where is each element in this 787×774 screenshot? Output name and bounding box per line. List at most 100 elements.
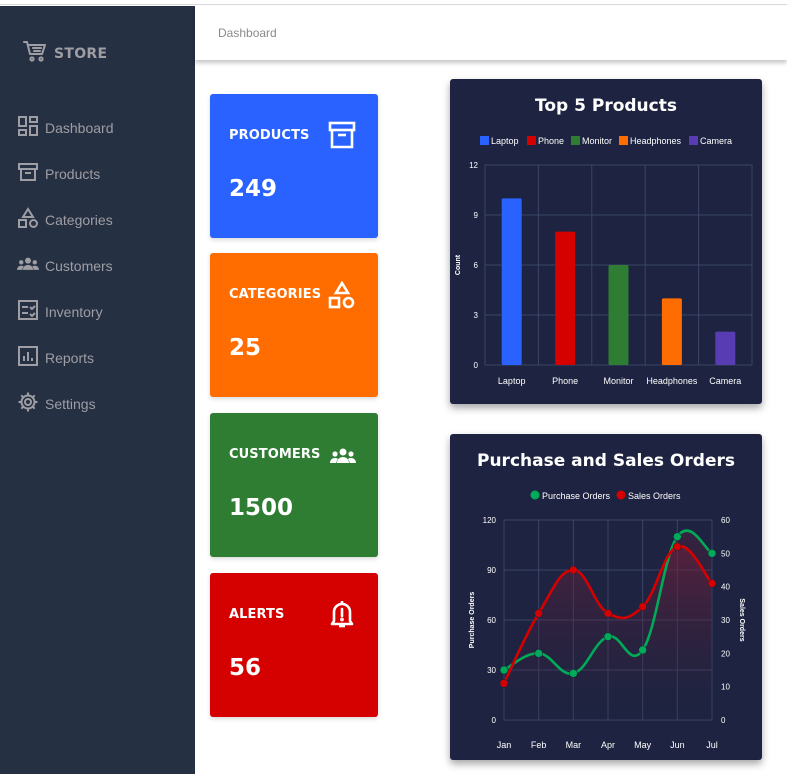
shapes-icon	[328, 281, 356, 309]
header: Dashboard	[195, 6, 787, 60]
data-point	[499, 665, 509, 675]
legend-label: Monitor	[582, 136, 612, 146]
x-tick-label: May	[634, 740, 652, 750]
legend-marker	[616, 490, 626, 500]
y-tick-label: 12	[469, 161, 478, 170]
y2-tick-label: 60	[721, 516, 730, 525]
sidebar: STORE Dashboard Products Categories Cust…	[0, 6, 195, 774]
breadcrumb: Dashboard	[218, 26, 277, 40]
card-value: 56	[229, 655, 262, 681]
card-title: CUSTOMERS	[229, 447, 321, 462]
x-tick-label: Jul	[706, 740, 718, 750]
sidebar-item-settings[interactable]: Settings	[0, 381, 195, 427]
sidebar-item-dashboard[interactable]: Dashboard	[0, 105, 195, 151]
top-products-chart: Top 5 Products Laptop Phone Monitor Headphon…	[455, 96, 753, 386]
sidebar-item-inventory[interactable]: Inventory	[0, 289, 195, 335]
card-value: 249	[229, 176, 278, 202]
sidebar-nav: Dashboard Products Categories Customers …	[0, 105, 195, 427]
top-border	[0, 0, 787, 5]
products-card[interactable]: PRODUCTS 249	[210, 94, 378, 238]
sidebar-item-customers[interactable]: Customers	[0, 243, 195, 289]
x-tick-label: Mar	[566, 740, 582, 750]
card-title: PRODUCTS	[229, 128, 310, 143]
sidebar-item-label: Categories	[45, 212, 113, 228]
checklist-icon	[17, 299, 45, 326]
y-tick-label: 0	[474, 361, 479, 370]
data-point	[534, 609, 543, 618]
y-tick-label: 9	[474, 211, 479, 220]
customers-card[interactable]: CUSTOMERS 1500	[210, 413, 378, 557]
bar-chart-icon	[17, 345, 45, 372]
sidebar-item-label: Dashboard	[45, 120, 114, 136]
sidebar-item-label: Customers	[45, 258, 113, 274]
brand-label: STORE	[54, 45, 108, 62]
legend-swatch	[689, 136, 698, 145]
sidebar-item-label: Settings	[45, 396, 96, 412]
y-tick-label: 0	[492, 716, 497, 725]
categories-card[interactable]: CATEGORIES 25	[210, 253, 378, 397]
y2-tick-label: 40	[721, 583, 730, 592]
legend-swatch	[619, 136, 628, 145]
sidebar-item-label: Products	[45, 166, 101, 182]
bar	[608, 265, 629, 365]
top-products-chart-panel: Top 5 Products Laptop Phone Monitor Headphon…	[450, 79, 762, 404]
data-point	[534, 649, 543, 658]
archive-box-icon	[328, 121, 356, 149]
y2-tick-label: 10	[721, 683, 730, 692]
legend-marker	[530, 490, 540, 500]
y-tick-label: 30	[487, 666, 496, 675]
data-point	[638, 645, 647, 655]
sidebar-item-products[interactable]: Products	[0, 151, 195, 197]
y-axis-label: Purchase Orders	[469, 592, 476, 649]
orders-chart: Purchase and Sales Orders Purchase Orders…	[469, 451, 745, 750]
sidebar-item-label: Inventory	[45, 304, 103, 320]
data-point	[499, 679, 509, 688]
legend-label: Camera	[700, 136, 732, 146]
x-tick-label: Feb	[531, 740, 547, 750]
y2-tick-label: 0	[721, 716, 726, 725]
legend-swatch	[480, 136, 489, 145]
y-tick-label: 90	[487, 566, 496, 575]
alerts-card[interactable]: ALERTS 56	[210, 573, 378, 717]
x-tick-label: Apr	[601, 740, 615, 750]
data-point	[673, 532, 682, 541]
data-point	[673, 542, 682, 551]
shopping-cart-icon	[23, 40, 47, 67]
legend-label: Headphones	[630, 136, 682, 146]
legend-label: Phone	[538, 136, 564, 146]
y-tick-label: 6	[474, 261, 479, 270]
y-axis-label: Count	[455, 254, 462, 275]
x-tick-label: Phone	[552, 376, 578, 386]
x-tick-label: Jan	[497, 740, 512, 750]
bar	[715, 331, 736, 365]
data-point	[569, 565, 578, 575]
data-point	[603, 632, 613, 641]
legend-swatch	[571, 136, 580, 145]
chart-title: Top 5 Products	[535, 96, 677, 116]
y-tick-label: 60	[487, 616, 496, 625]
x-tick-label: Jun	[670, 740, 685, 750]
bell-alert-icon	[328, 599, 356, 629]
card-value: 1500	[229, 495, 294, 521]
legend-label: Purchase Orders	[542, 491, 611, 501]
bar	[555, 231, 576, 365]
card-title: CATEGORIES	[229, 287, 322, 302]
x-tick-label: Headphones	[646, 376, 698, 386]
x-tick-label: Monitor	[603, 376, 633, 386]
y-tick-label: 3	[474, 311, 479, 320]
brand[interactable]: STORE	[23, 40, 107, 67]
data-point	[638, 602, 647, 611]
bar	[661, 298, 682, 365]
sidebar-item-reports[interactable]: Reports	[0, 335, 195, 381]
legend-label: Sales Orders	[628, 491, 681, 501]
y2-tick-label: 30	[721, 616, 730, 625]
people-icon	[325, 445, 361, 467]
card-value: 25	[229, 335, 262, 361]
chart-title: Purchase and Sales Orders	[477, 451, 735, 471]
people-icon	[17, 253, 45, 280]
shapes-icon	[17, 206, 45, 234]
sidebar-item-categories[interactable]: Categories	[0, 197, 195, 243]
y2-axis-label: Sales Orders	[738, 598, 745, 641]
x-tick-label: Laptop	[498, 376, 526, 386]
sidebar-item-label: Reports	[45, 350, 95, 366]
